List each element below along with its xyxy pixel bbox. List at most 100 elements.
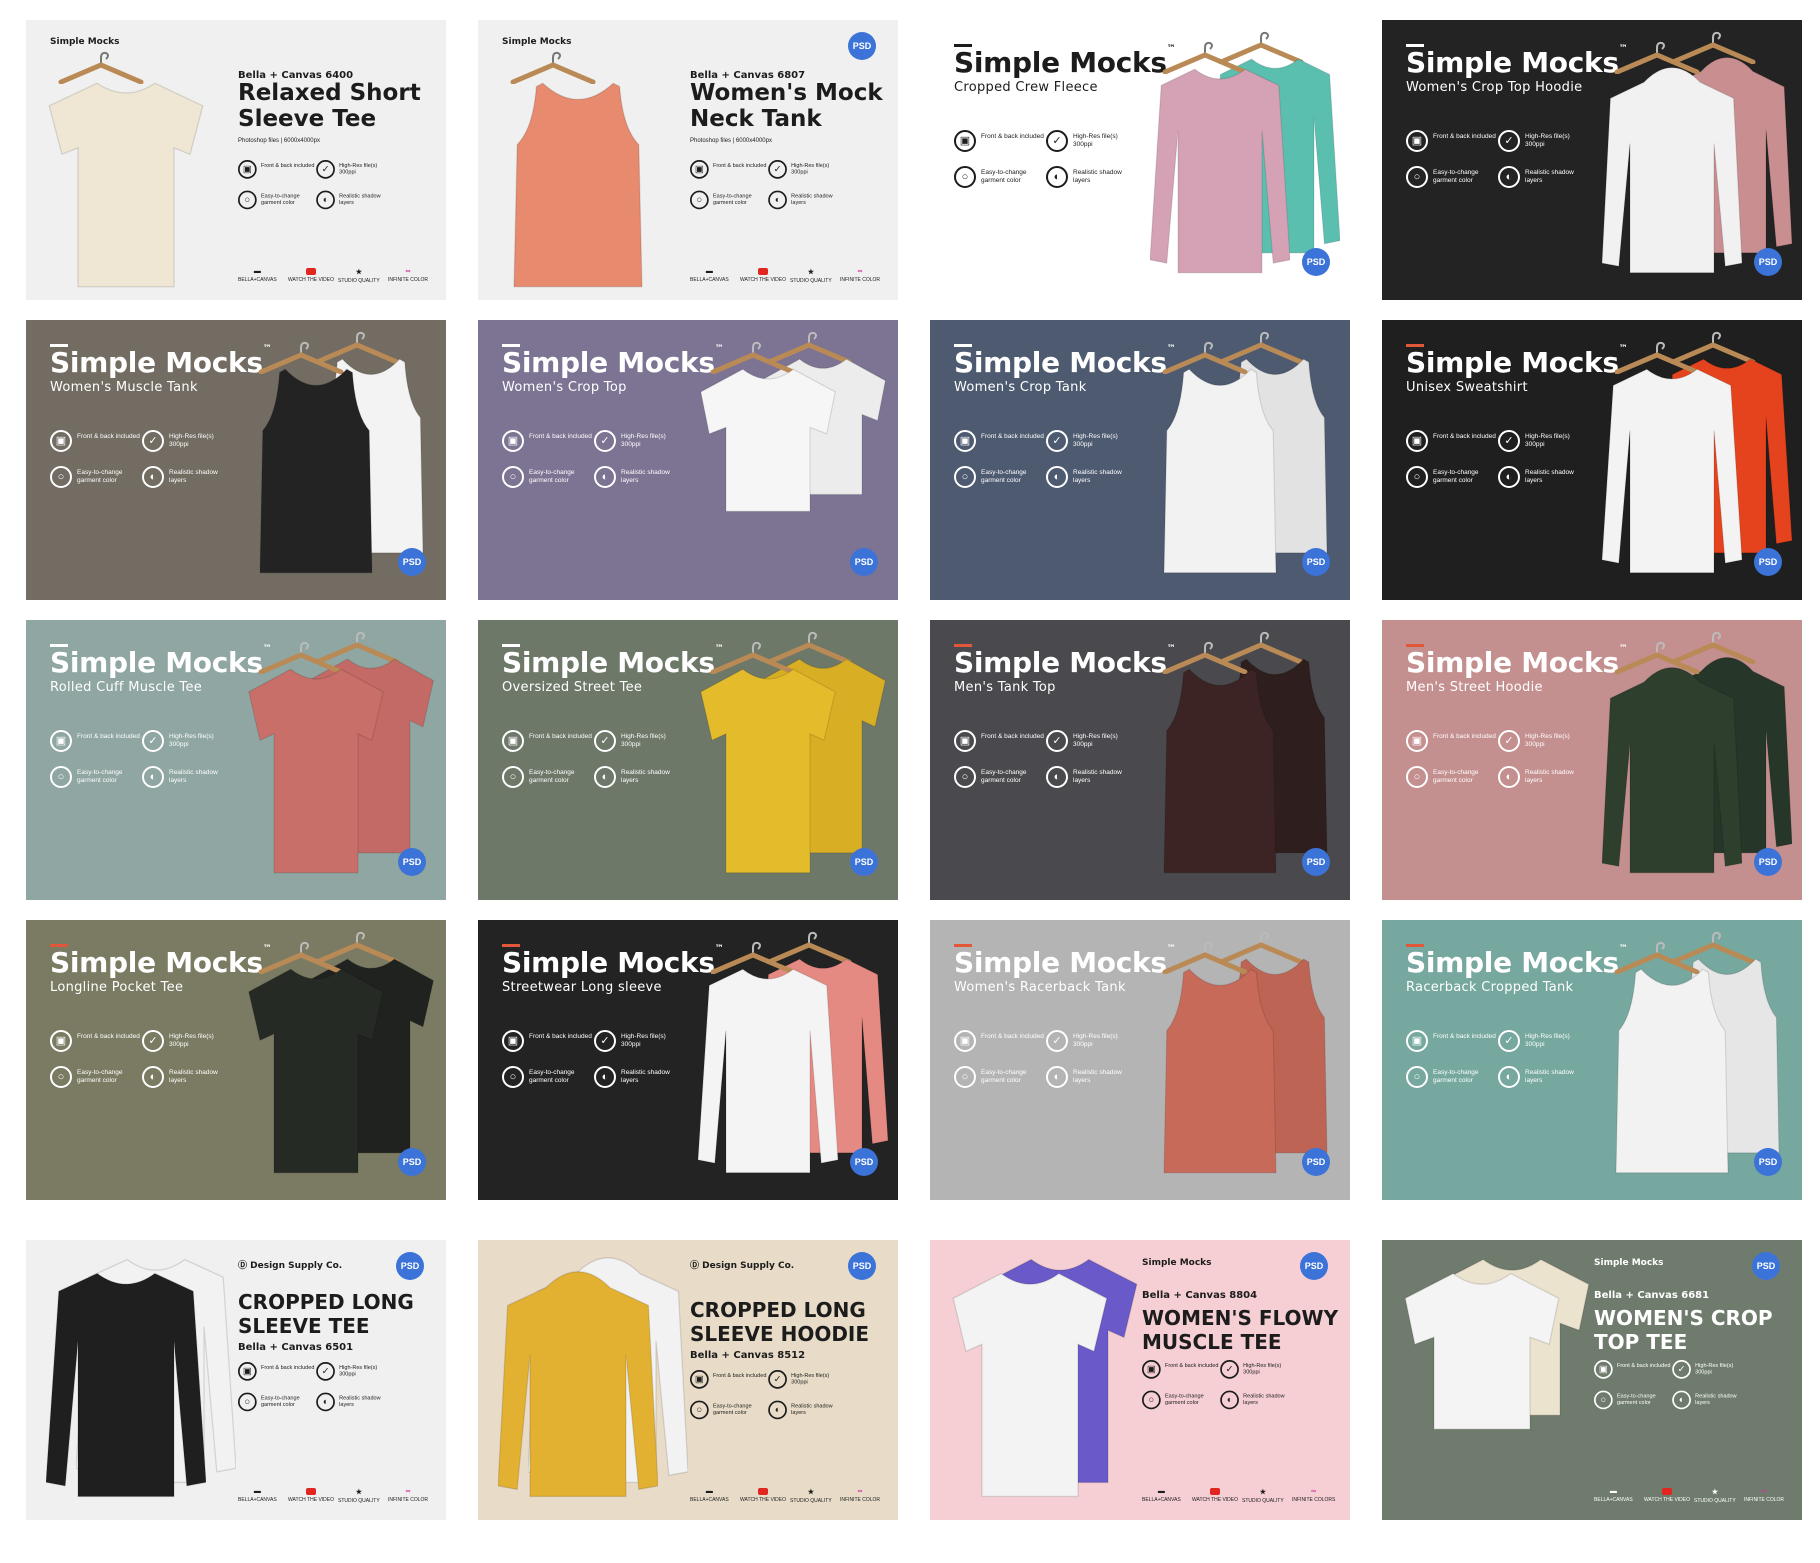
mockup-card[interactable]: Simple Mocks™ Racerback Cropped Tank ▣ Fron… <box>1382 920 1802 1200</box>
shirt-icon: ▣ <box>502 730 524 752</box>
feature-label: Front & back included <box>1433 1033 1496 1040</box>
logo-mark-icon: ▬ <box>1609 1488 1617 1495</box>
check-icon: ✓ <box>594 730 616 752</box>
drop-icon: ○ <box>502 1066 524 1088</box>
mockup-card[interactable]: Ⓓ Design Supply Co. CROPPED LONG SLEEVE T… <box>26 1240 446 1520</box>
feature-label: Easy-to-change garment color <box>1616 1393 1656 1406</box>
brand-title: Simple Mocks™ <box>502 944 724 979</box>
product-subtitle: Women's Crop Top <box>502 380 627 395</box>
feature-item: ○ Easy-to-change garment color <box>1406 166 1501 192</box>
features-list: ▣ Front & back included ✓ High-Res file(s) … <box>1142 1360 1304 1420</box>
feature-label: Realistic shadow layers <box>339 193 381 206</box>
drop-icon: ○ <box>502 766 524 788</box>
brand-name: Simple Mocks <box>50 946 263 979</box>
features-list: ▣ Front & back included ✓ High-Res file(s) … <box>502 730 692 800</box>
feature-item: ▣ Front & back included <box>502 430 597 456</box>
mockup-card[interactable]: Simple Mocks™ Men's Street Hoodie ▣ Front &… <box>1382 620 1802 900</box>
mockup-card[interactable]: Simple Mocks™ Women's Crop Top ▣ Front & ba… <box>478 320 898 600</box>
drop-icon: ○ <box>690 190 709 210</box>
feature-label: Easy-to-change garment color <box>981 469 1027 484</box>
psd-badge: PSD <box>1754 848 1782 876</box>
mockup-card[interactable]: Simple Mocks™ Cropped Crew Fleece ▣ Front &… <box>930 20 1350 300</box>
feature-item: ▣ Front & back included <box>50 1030 145 1056</box>
feature-item: ○ Easy-to-change garment color <box>954 766 1049 792</box>
mockup-card[interactable]: Simple Mocks™ Women's Racerback Tank ▣ Fron… <box>930 920 1350 1200</box>
logo-label: STUDIO QUALITY <box>790 1498 832 1504</box>
feature-item: ✓ High-Res file(s) 300ppi <box>594 1030 689 1056</box>
feature-item: ✓ High-Res file(s) 300ppi <box>594 730 689 756</box>
brand-title: Simple Mocks™ <box>954 344 1176 379</box>
hanger-icon <box>510 51 596 84</box>
shirt-icon: ▣ <box>954 430 976 452</box>
shadow-icon: ◐ <box>1498 466 1520 488</box>
drop-icon: ○ <box>238 190 257 210</box>
product-subtitle: Longline Pocket Tee <box>50 980 184 995</box>
studio-quality-logo: ★ STUDIO QUALITY <box>790 268 832 284</box>
feature-label: Easy-to-change garment color <box>981 1069 1027 1084</box>
feature-item: ✓ High-Res file(s) 300ppi <box>316 1362 397 1384</box>
mockup-card[interactable]: Simple Mocks Bella + Canvas 6807 Women's M… <box>478 20 898 300</box>
product-subtitle: Streetwear Long sleeve <box>502 980 662 995</box>
feature-item: ○ Easy-to-change garment color <box>1142 1390 1223 1413</box>
shadow-icon: ◐ <box>1046 766 1068 788</box>
front-garment <box>1602 667 1742 874</box>
check-icon: ✓ <box>1498 730 1520 752</box>
file-note: Photoshop files | 6000x4000px <box>238 138 320 144</box>
mockup-card[interactable]: Simple Mocks™ Women's Crop Top Hoodie ▣ Fro… <box>1382 20 1802 300</box>
brand-name: Simple Mocks <box>954 346 1167 379</box>
features-list: ▣ Front & back included ✓ High-Res file(s) … <box>238 1362 400 1422</box>
front-garment <box>248 668 384 874</box>
mockup-card[interactable]: Simple Mocks Bella + Canvas 6400 Relaxed S… <box>26 20 446 300</box>
feature-label: Realistic shadow layers <box>1073 169 1122 184</box>
drop-icon: ○ <box>954 766 976 788</box>
feature-item: ▣ Front & back included <box>50 730 145 756</box>
mockup-card[interactable]: Simple Mocks™ Women's Crop Tank ▣ Front & b… <box>930 320 1350 600</box>
psd-badge: PSD <box>1752 1252 1780 1280</box>
youtube-logo: WATCH THE VIDEO <box>288 1488 334 1503</box>
mockup-card[interactable]: Simple Mocks™ Women's Muscle Tank ▣ Front &… <box>26 320 446 600</box>
front-garment <box>259 368 373 574</box>
shirt-icon: ▣ <box>502 430 524 452</box>
feature-item: ✓ High-Res file(s) 300ppi <box>142 1030 237 1056</box>
mockup-card[interactable]: Simple Mocks Bella + Canvas 8804 WOMEN'S F… <box>930 1240 1350 1520</box>
design-supply-logo-icon: Ⓓ <box>690 1261 703 1271</box>
logo-mark-icon: ∞ <box>405 1488 411 1495</box>
drop-icon: ○ <box>1594 1390 1613 1410</box>
product-title: Women's Mock Neck Tank <box>690 80 883 132</box>
check-icon: ✓ <box>768 160 787 179</box>
bella-canvas-logo: ▬ BELLA+CANVAS <box>690 268 729 283</box>
psd-badge: PSD <box>848 1252 876 1280</box>
infinite-color-logo: ∞ INFINITE COLOR <box>840 268 880 283</box>
logo-mark-icon: ∞ <box>857 1488 863 1495</box>
feature-item: ○ Easy-to-change garment color <box>1406 1066 1501 1092</box>
feature-label: Front & back included <box>981 433 1044 440</box>
feature-item: ◐ Realistic shadow layers <box>1498 466 1593 492</box>
feature-label: Easy-to-change garment color <box>1433 1069 1479 1084</box>
mockup-card[interactable]: Ⓓ Design Supply Co. CROPPED LONG SLEEVE H… <box>478 1240 898 1520</box>
feature-label: Front & back included <box>981 133 1044 140</box>
drop-icon: ○ <box>50 766 72 788</box>
feature-label: Realistic shadow layers <box>1695 1393 1737 1406</box>
features-list: ▣ Front & back included ✓ High-Res file(s) … <box>1594 1360 1756 1420</box>
feature-label: Easy-to-change garment color <box>77 1069 123 1084</box>
product-subtitle: Cropped Crew Fleece <box>954 80 1098 95</box>
drop-icon: ○ <box>954 466 976 488</box>
feature-label: Realistic shadow layers <box>1525 469 1574 484</box>
feature-label: Front & back included <box>1433 733 1496 740</box>
studio-quality-logo: ★ STUDIO QUALITY <box>338 268 380 284</box>
features-list: ▣ Front & back included ✓ High-Res file(s) … <box>954 730 1144 800</box>
front-garment <box>700 368 836 513</box>
logo-label: WATCH THE VIDEO <box>288 1497 335 1503</box>
mockup-card[interactable]: Simple Mocks™ Men's Tank Top ▣ Front & back… <box>930 620 1350 900</box>
mockup-card[interactable]: Simple Mocks™ Unisex Sweatshirt ▣ Front & b… <box>1382 320 1802 600</box>
mockup-card[interactable]: Simple Mocks™ Streetwear Long sleeve ▣ Fron… <box>478 920 898 1200</box>
feature-label: Realistic shadow layers <box>169 1069 218 1084</box>
mockup-card[interactable]: Simple Mocks™ Oversized Street Tee ▣ Front … <box>478 620 898 900</box>
mockup-card[interactable]: Simple Mocks Bella + Canvas 6681 WOMEN'S C… <box>1382 1240 1802 1520</box>
product-subtitle: Oversized Street Tee <box>502 680 643 695</box>
mockup-card[interactable]: Simple Mocks™ Rolled Cuff Muscle Tee ▣ Fron… <box>26 620 446 900</box>
mockup-card[interactable]: Simple Mocks™ Longline Pocket Tee ▣ Front &… <box>26 920 446 1200</box>
feature-item: ◐ Realistic shadow layers <box>1220 1390 1301 1413</box>
feature-label: Front & back included <box>260 162 315 169</box>
feature-item: ◐ Realistic shadow layers <box>1046 466 1141 492</box>
